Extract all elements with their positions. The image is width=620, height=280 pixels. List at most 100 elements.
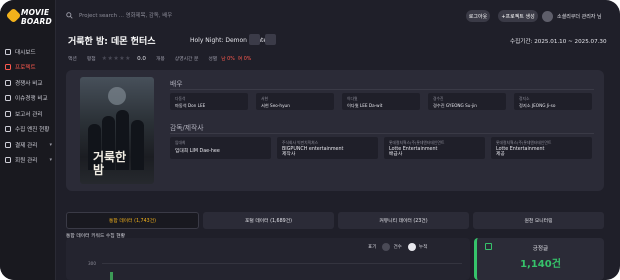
genre-label: 액션 (68, 57, 77, 62)
sidebar-item-label: 보고서 관리 (15, 111, 43, 118)
engine-icon (5, 126, 11, 133)
report-icon (5, 110, 11, 117)
sidebar-item-competitor-compare[interactable]: 경쟁사 비교 (0, 75, 56, 91)
release-label: 개봉 (155, 57, 165, 62)
cast-chip[interactable]: 이다윗 이다윗 LEE Da-wit (342, 93, 420, 110)
sidebar-item-members[interactable]: 회원 관리 ▾ (0, 153, 56, 169)
brand-logo[interactable]: MOVIE BOARD (5, 7, 52, 32)
sidebar-item-label: 경쟁사 비교 (15, 80, 43, 87)
logout-button[interactable]: 로그아웃 (466, 10, 490, 22)
toggle-count[interactable] (382, 243, 391, 251)
crew-chip[interactable]: 주식회사 빅펀치픽쳐스 BIGPUNCH entertainment 제작사 (277, 137, 378, 159)
tab-community-data[interactable]: 커뮤니티 데이터 (23건) (338, 212, 469, 229)
cast-name: 서현 Seo-hyun (261, 103, 290, 108)
page-title: 거룩한 밤: 데몬 헌터스 (68, 37, 156, 47)
toggle-cumulative[interactable] (407, 243, 416, 251)
logo-mark-icon (5, 7, 22, 24)
crew-role: 롯데컬처웍스(주)롯데엔터테인먼트 (496, 140, 552, 145)
crew-chip[interactable]: 롯데컬처웍스(주)롯데엔터테인먼트 Lotte Entertainment 배급… (384, 137, 485, 159)
sidebar-item-label: 수집 엔진 현황 (15, 127, 50, 134)
poster-title: 거룩한 밤 (93, 150, 127, 177)
collection-period: 수집기간: 2025.01.10 ~ 2025.07.30 (510, 39, 607, 45)
legend-prefix: 표기 (368, 245, 377, 250)
y-tick-label: 300 (88, 261, 96, 266)
chart-bar (110, 272, 113, 280)
chart-legend: 표기 건수 누적 (368, 243, 427, 251)
cast-chip[interactable]: 경수진 경수진 GYEONG Su-jin (428, 93, 506, 110)
rating-label: 평점 (86, 57, 96, 62)
app-window: MOVIE BOARD 대시보드 프로젝트 경쟁사 비교 이슈경쟁 비교 보고서… (0, 0, 620, 280)
tab-source-monitoring[interactable]: 원천 모니터링 (473, 212, 604, 229)
cast-chip[interactable]: 정지소 정지소 JEONG Ji-so (514, 93, 592, 110)
avatar (542, 10, 553, 22)
crew-section-label: 감독/제작사 (170, 124, 204, 132)
cast-chip[interactable]: 다동석 마동석 Don LEE (170, 93, 248, 110)
cast-name: 마동석 Don LEE (175, 103, 206, 108)
tab-portal-data[interactable]: 포털 데이터 (1,689건) (203, 212, 334, 229)
sidebar-item-dashboard[interactable]: 대시보드 (0, 44, 56, 60)
movie-meta: 액션 평점 ★★★★★ 0.0 개봉 상영시간 분 성별 남 0% 여 0% (68, 55, 251, 62)
grid-icon (5, 48, 11, 55)
top-bar: Project search ... 영화제목, 감독, 배우 로그아웃 +프로… (56, 0, 620, 32)
chevron-down-icon: ▾ (49, 141, 52, 148)
crew-name: BIGPUNCH entertainment 제작사 (282, 147, 344, 158)
search-icon (66, 11, 73, 19)
cast-list: 다동석 마동석 Don LEE 서현 서현 Seo-hyun 이다윗 이다윗 L… (170, 93, 592, 110)
crew-name: Lotte Entertainment 제공 (496, 147, 545, 158)
rating-score: 0.0 (137, 55, 146, 62)
positive-count-value: 1,140건 (520, 259, 561, 270)
gender-label: 성별 (208, 57, 218, 62)
sidebar-item-reports[interactable]: 보고서 관리 (0, 106, 56, 122)
sidebar: MOVIE BOARD 대시보드 프로젝트 경쟁사 비교 이슈경쟁 비교 보고서… (0, 0, 56, 280)
user-name: 소셜리쿠더 관리자 님 (557, 13, 602, 20)
cast-role: 경수진 (433, 96, 444, 101)
gridline (102, 263, 462, 264)
sidebar-item-project[interactable]: 프로젝트 (0, 60, 56, 76)
crew-role: 주식회사 빅펀치픽쳐스 (282, 140, 319, 145)
create-project-button[interactable]: +프로젝트 생성 (498, 10, 538, 22)
male-ratio: 남 0% (221, 57, 235, 62)
chart-icon (5, 95, 11, 102)
cast-chip[interactable]: 서현 서현 Seo-hyun (256, 93, 334, 110)
sidebar-item-label: 프로젝트 (15, 65, 36, 72)
sidebar-item-label: 회원 관리 (15, 158, 38, 165)
user-menu[interactable]: 소셜리쿠더 관리자 님 (542, 10, 602, 22)
keyword-chart: 표기 건수 누적 300 (66, 238, 470, 280)
positive-count-card: 긍정글 1,140건 (474, 238, 604, 280)
folder-icon (5, 64, 11, 71)
chevron-down-icon: ▾ (49, 157, 52, 164)
sidebar-item-engine-status[interactable]: 수집 엔진 현황 (0, 122, 56, 138)
positive-count-label: 긍정글 (532, 246, 549, 252)
crew-list: 임대희 임대희 LIM Dae-hee 주식회사 빅펀치픽쳐스 BIGPUNCH… (170, 137, 592, 159)
delete-icon[interactable] (249, 34, 260, 45)
crew-chip[interactable]: 롯데컬처웍스(주)롯데엔터테인먼트 Lotte Entertainment 제공 (491, 137, 592, 159)
sidebar-item-label: 대시보드 (15, 49, 36, 56)
legend-cumulative-label: 누적 (418, 245, 428, 250)
crew-role: 롯데컬처웍스(주)롯데엔터테인먼트 (389, 140, 445, 145)
sidebar-item-payments[interactable]: 결제 관리 ▾ (0, 137, 56, 153)
users-icon (5, 157, 11, 164)
sidebar-item-label: 결제 관리 (15, 142, 38, 149)
crew-role: 임대희 (175, 140, 186, 145)
sidebar-item-label: 이슈경쟁 비교 (15, 96, 48, 103)
movie-info-card: 거룩한 밤 배우 다동석 마동석 Don LEE 서현 서현 Seo-hyun 이… (66, 70, 604, 191)
data-tabs: 통합 데이터 (1,743건) 포털 데이터 (1,689건) 커뮤니티 데이터… (66, 212, 604, 229)
edit-icon[interactable] (265, 34, 276, 45)
tab-integrated-data[interactable]: 통합 데이터 (1,743건) (66, 212, 199, 229)
female-ratio: 여 0% (237, 57, 252, 62)
rating-stars: ★★★★★ (101, 55, 132, 62)
movie-poster: 거룩한 밤 (80, 77, 154, 184)
cast-role: 이다윗 (347, 96, 358, 101)
search-placeholder: Project search ... 영화제목, 감독, 배우 (79, 13, 173, 19)
cast-section-label: 배우 (170, 80, 183, 88)
crew-chip[interactable]: 임대희 임대희 LIM Dae-hee (170, 137, 271, 159)
page-subtitle: Holy Night: Demon Hunters (190, 37, 273, 44)
search-input[interactable]: Project search ... 영화제목, 감독, 배우 (66, 11, 172, 19)
crew-name: 임대희 LIM Dae-hee (175, 149, 220, 154)
legend-count-label: 건수 (393, 245, 402, 250)
sidebar-nav: 대시보드 프로젝트 경쟁사 비교 이슈경쟁 비교 보고서 관리 수집 엔진 현황 (0, 44, 56, 168)
cast-name: 경수진 GYEONG Su-jin (433, 103, 477, 108)
sidebar-item-issue-compare[interactable]: 이슈경쟁 비교 (0, 91, 56, 107)
logo-text-line2: BOARD (21, 17, 52, 26)
cast-role: 정지소 (519, 96, 530, 101)
